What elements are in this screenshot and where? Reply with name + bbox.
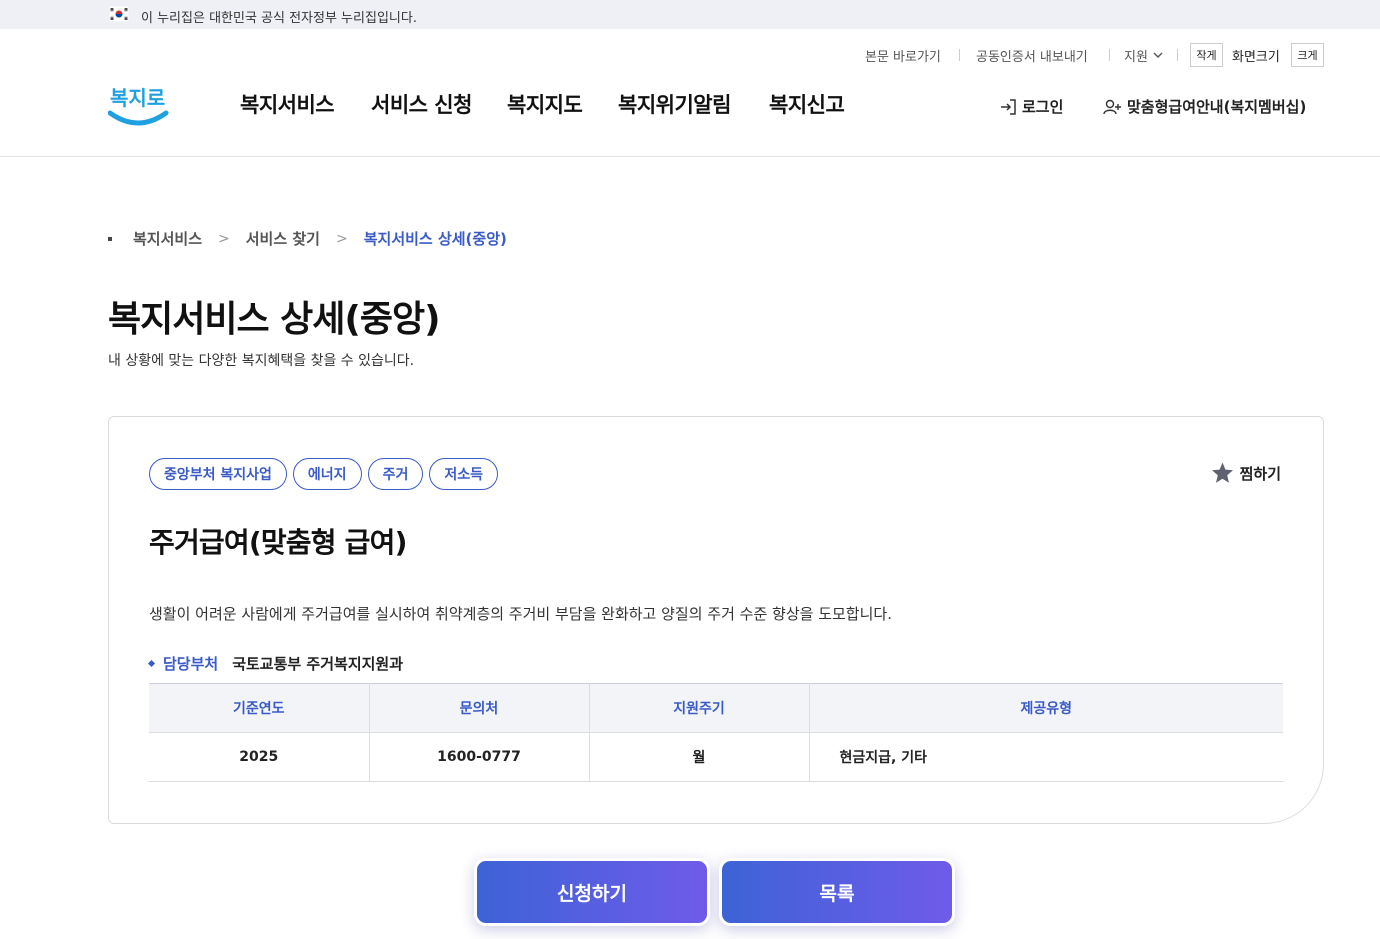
login-link[interactable]: 로그인 bbox=[1000, 96, 1063, 117]
membership-link[interactable]: 맞춤형급여안내(복지멤버십) bbox=[1103, 96, 1306, 117]
user-add-icon bbox=[1103, 99, 1121, 114]
table-header-row: 기준연도 문의처 지원주기 제공유형 bbox=[149, 683, 1283, 733]
breadcrumb-find-service[interactable]: 서비스 찾기 bbox=[246, 228, 320, 249]
tag-low-income[interactable]: 저소득 bbox=[429, 458, 498, 490]
cell-base-year: 2025 bbox=[149, 732, 370, 782]
support-label: 지원 bbox=[1124, 50, 1148, 65]
svg-text:복지로: 복지로 bbox=[110, 86, 165, 110]
favorite-button[interactable]: 찜하기 bbox=[1210, 461, 1281, 485]
star-icon bbox=[1211, 462, 1233, 483]
skip-to-content-link[interactable]: 본문 바로가기 bbox=[865, 46, 941, 65]
gov-banner-text: 이 누리집은 대한민국 공식 전자정부 누리집입니다. bbox=[141, 11, 417, 26]
list-button[interactable]: 목록 bbox=[719, 858, 955, 926]
breadcrumb-welfare-services[interactable]: 복지서비스 bbox=[133, 228, 202, 249]
membership-label: 맞춤형급여안내(복지멤버십) bbox=[1127, 98, 1307, 116]
login-icon bbox=[1001, 98, 1016, 115]
service-tags: 중앙부처 복지사업 에너지 주거 저소득 bbox=[149, 458, 498, 490]
home-bullet-icon bbox=[108, 236, 112, 241]
diamond-bullet-icon bbox=[147, 659, 156, 668]
font-large-button[interactable]: 크게 bbox=[1291, 43, 1324, 67]
divider bbox=[1109, 49, 1110, 61]
divider bbox=[959, 49, 960, 61]
page-description: 내 상황에 맞는 다양한 복지혜택을 찾을 수 있습니다. bbox=[108, 353, 415, 369]
header-base-year: 기준연도 bbox=[149, 683, 370, 733]
screen-size-label: 화면크기 bbox=[1232, 50, 1280, 65]
bokjiro-logo[interactable]: 복지로 bbox=[108, 77, 170, 129]
tag-housing[interactable]: 주거 bbox=[367, 458, 424, 490]
divider bbox=[1177, 49, 1178, 61]
site-header: 본문 바로가기 공동인증서 내보내기 지원 작게 화면크기 크게 복지로 복지서… bbox=[0, 29, 1380, 157]
chevron-right-icon: > bbox=[335, 230, 348, 247]
chevron-right-icon: > bbox=[218, 230, 230, 247]
export-certificate-link[interactable]: 공동인증서 내보내기 bbox=[976, 46, 1088, 65]
nav-welfare-crisis-alert[interactable]: 복지위기알림 bbox=[618, 89, 731, 119]
header-support-cycle: 지원주기 bbox=[589, 683, 810, 733]
tag-energy[interactable]: 에너지 bbox=[292, 458, 362, 490]
nav-service-application[interactable]: 서비스 신청 bbox=[371, 89, 472, 119]
nav-welfare-services[interactable]: 복지서비스 bbox=[240, 89, 335, 119]
department-label: 담당부처 bbox=[163, 655, 219, 673]
header-provision-type: 제공유형 bbox=[809, 683, 1283, 733]
table-row: 2025 1600-0777 월 현금지급, 기타 bbox=[149, 732, 1283, 782]
tag-central-ministry[interactable]: 중앙부처 복지사업 bbox=[149, 458, 287, 490]
nav-welfare-report[interactable]: 복지신고 bbox=[769, 89, 845, 119]
cell-provision-type: 현금지급, 기타 bbox=[809, 732, 1283, 782]
chevron-down-icon bbox=[1153, 52, 1163, 58]
service-title: 주거급여(맞춤형 급여) bbox=[149, 526, 407, 559]
favorite-label: 찜하기 bbox=[1239, 464, 1281, 483]
gov-banner: 이 누리집은 대한민국 공식 전자정부 누리집입니다. bbox=[0, 0, 1380, 29]
page-title: 복지서비스 상세(중앙) bbox=[108, 299, 441, 340]
cell-contact: 1600-0777 bbox=[369, 732, 590, 782]
apply-button[interactable]: 신청하기 bbox=[474, 858, 710, 926]
login-label: 로그인 bbox=[1022, 98, 1064, 116]
breadcrumb-current: 복지서비스 상세(중앙) bbox=[363, 230, 507, 248]
header-contact: 문의처 bbox=[369, 683, 590, 733]
breadcrumb: 복지서비스 > 서비스 찾기 > 복지서비스 상세(중앙) bbox=[108, 228, 507, 249]
font-small-button[interactable]: 작게 bbox=[1190, 43, 1223, 67]
support-dropdown[interactable]: 지원 bbox=[1124, 46, 1163, 65]
department-value: 국토교통부 주거복지지원과 bbox=[232, 655, 404, 673]
service-detail-card: 중앙부처 복지사업 에너지 주거 저소득 찜하기 주거급여(맞춤형 급여) 생활… bbox=[108, 416, 1324, 824]
cell-support-cycle: 월 bbox=[589, 732, 810, 782]
department-info: 담당부처 국토교통부 주거복지지원과 bbox=[147, 653, 404, 674]
service-info-table: 기준연도 문의처 지원주기 제공유형 2025 1600-0777 월 현금지급… bbox=[149, 683, 1283, 782]
korean-flag-icon bbox=[109, 6, 129, 22]
service-description: 생활이 어려운 사람에게 주거급여를 실시하여 취약계층의 주거비 부담을 완화… bbox=[149, 605, 892, 623]
nav-welfare-map[interactable]: 복지지도 bbox=[507, 89, 583, 119]
